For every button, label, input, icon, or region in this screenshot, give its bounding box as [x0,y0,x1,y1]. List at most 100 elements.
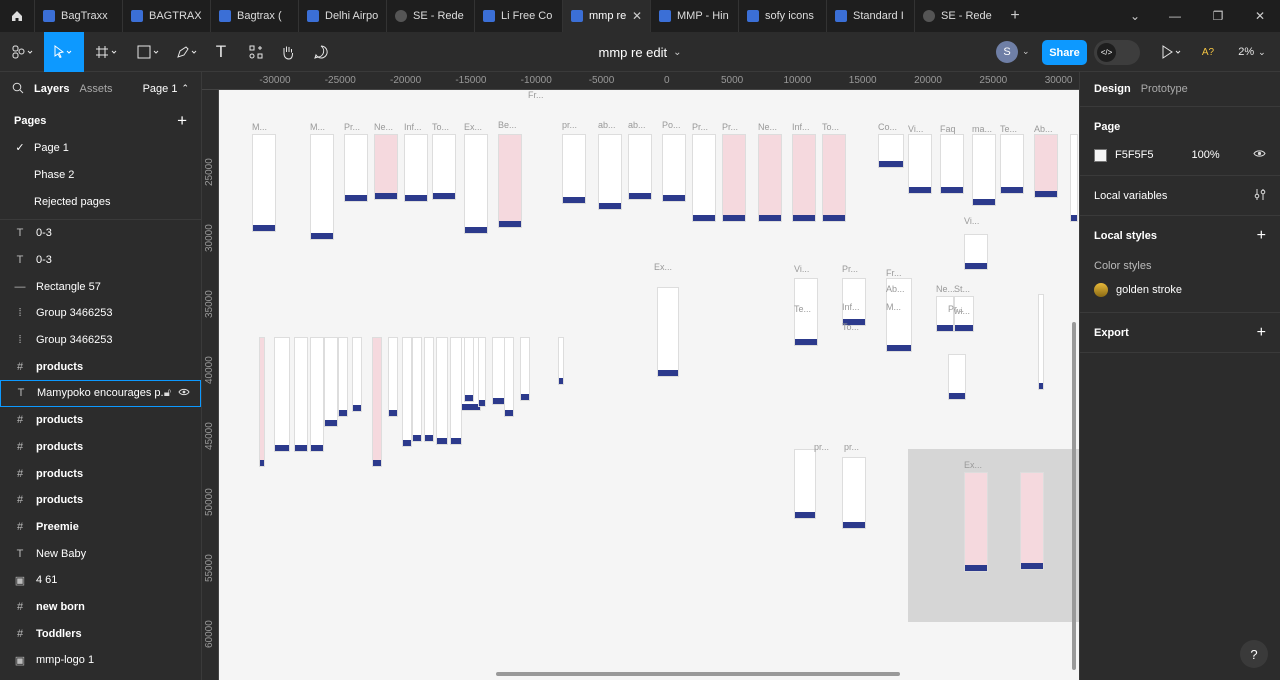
frame-name-label[interactable]: wi... [954,306,970,316]
layer-row[interactable]: ▣ 4 61 [0,567,201,594]
text-tool-icon[interactable]: T [208,32,234,72]
layer-row[interactable]: # products [0,460,201,487]
search-icon[interactable] [12,82,24,97]
zoom-menu[interactable]: 2% ⌄ [1232,32,1272,72]
frame-name-label[interactable]: ab... [598,120,616,130]
add-export-plus-icon[interactable]: + [1257,324,1266,342]
layer-row[interactable]: # products [0,487,201,514]
layer-row[interactable]: ⁞ Group 3466253 [0,327,201,354]
tab-assets[interactable]: Assets [79,83,112,95]
chevron-down-icon[interactable]: ⌄ [1022,46,1030,57]
tab-design[interactable]: Design [1094,83,1131,95]
file-title[interactable]: mmp re edit ⌄ [560,32,720,72]
design-frame-thumbnail[interactable] [558,337,564,385]
design-frame-thumbnail[interactable] [274,337,290,452]
frame-name-label[interactable]: Fr... [886,268,902,278]
local-variables-row[interactable]: Local variables [1080,175,1280,215]
add-page-plus-icon[interactable]: + [177,111,187,131]
share-button[interactable]: Share [1042,40,1087,65]
design-frame-thumbnail[interactable] [1000,134,1024,194]
design-frame-thumbnail[interactable] [822,134,846,222]
new-tab-plus-icon[interactable]: + [1002,0,1028,32]
color-style-item[interactable]: golden stroke [1094,276,1266,304]
section-frame[interactable] [908,449,1079,622]
tab-prototype[interactable]: Prototype [1141,83,1188,95]
browser-tab[interactable]: Bagtrax ( [210,0,298,32]
frame-tool-icon[interactable] [88,32,126,72]
design-frame-thumbnail[interactable] [402,337,412,447]
pen-tool-icon[interactable] [172,32,204,72]
frame-name-label[interactable]: ma... [972,124,992,134]
layer-row[interactable]: T Mamypoko encourages p... 🔓︎ [0,380,201,407]
design-frame-thumbnail[interactable] [464,337,474,402]
layer-row[interactable]: # Preemie [0,514,201,541]
design-frame-thumbnail[interactable] [259,337,265,467]
help-button[interactable]: ? [1240,640,1268,668]
design-frame-thumbnail[interactable] [520,337,530,401]
main-menu-icon[interactable] [6,32,40,72]
design-frame-thumbnail[interactable] [628,134,652,200]
frame-name-label[interactable]: Vi... [794,264,809,274]
design-frame-thumbnail[interactable] [1038,294,1044,390]
layer-row[interactable]: T 0-3 [0,247,201,274]
design-frame-thumbnail[interactable] [562,134,586,204]
design-frame-thumbnail[interactable] [948,354,966,400]
layer-row[interactable]: # products [0,407,201,434]
design-frame-thumbnail[interactable] [1070,134,1078,222]
design-frame-thumbnail[interactable] [338,337,348,417]
browser-tab[interactable]: Standard I [826,0,914,32]
layer-row[interactable]: T New Baby [0,540,201,567]
restore-icon[interactable]: ❐ [1196,0,1240,32]
frame-name-label[interactable]: Po... [662,120,681,130]
eye-icon[interactable] [178,387,190,400]
frame-name-label[interactable]: Inf... [842,302,860,312]
design-frame-thumbnail[interactable] [758,134,782,222]
design-canvas[interactable]: -30000 -25000 -20000 -15000 -10000 -5000 0 5000… [202,72,1079,680]
avatar[interactable]: S [996,41,1018,63]
horizontal-scrollbar[interactable] [496,672,900,676]
design-frame-thumbnail[interactable] [498,134,522,228]
design-frame-thumbnail[interactable] [722,134,746,222]
frame-name-label[interactable]: Te... [794,304,811,314]
export-row[interactable]: Export + [1080,312,1280,352]
page-opacity[interactable]: 100% [1192,149,1220,161]
frame-name-label[interactable]: Ab... [1034,124,1053,134]
design-frame-thumbnail[interactable] [842,457,866,529]
design-frame-thumbnail[interactable] [478,337,486,407]
frame-name-label[interactable]: To... [432,122,449,132]
design-frame-thumbnail[interactable] [792,134,816,222]
design-frame-thumbnail[interactable] [908,134,932,194]
eye-icon[interactable] [1253,149,1266,161]
design-frame-thumbnail[interactable] [964,472,988,572]
close-tab-icon[interactable]: ✕ [632,9,642,23]
layer-row[interactable]: ⁞ Group 3466253 [0,300,201,327]
frame-name-label[interactable]: Ex... [654,262,672,272]
frame-name-label[interactable]: Ne... [758,122,777,132]
frame-name-label[interactable]: To... [842,322,859,332]
tab-layers[interactable]: Layers [34,83,69,95]
vertical-scrollbar[interactable] [1072,322,1076,670]
frame-name-label[interactable]: Co... [878,122,897,132]
home-icon[interactable] [0,0,34,32]
resources-icon[interactable] [244,32,268,72]
design-frame-thumbnail[interactable] [878,134,904,168]
frame-name-label[interactable]: Inf... [404,122,422,132]
frame-name-label[interactable]: Pr... [842,264,858,274]
frame-name-label[interactable]: Te... [1000,124,1017,134]
frame-name-label[interactable]: Pr... [722,122,738,132]
frame-name-label[interactable]: St... [954,284,970,294]
frame-name-label[interactable]: pr... [814,442,829,452]
design-frame-thumbnail[interactable] [504,337,514,417]
page-selector[interactable]: Page 1 ⌃ [143,83,189,95]
design-frame-thumbnail[interactable] [374,134,398,200]
design-frame-thumbnail[interactable] [324,337,338,427]
design-frame-thumbnail[interactable] [692,134,716,222]
dev-mode-toggle[interactable]: </> [1094,40,1140,65]
design-frame-thumbnail[interactable] [940,134,964,194]
unlock-icon[interactable]: 🔓︎ [164,387,171,400]
frame-name-label[interactable]: To... [822,122,839,132]
design-frame-thumbnail[interactable] [424,337,434,442]
layer-row[interactable]: # new born [0,594,201,621]
frame-name-label[interactable]: Be... [498,120,517,130]
layer-row[interactable]: — Rectangle 57 [0,273,201,300]
